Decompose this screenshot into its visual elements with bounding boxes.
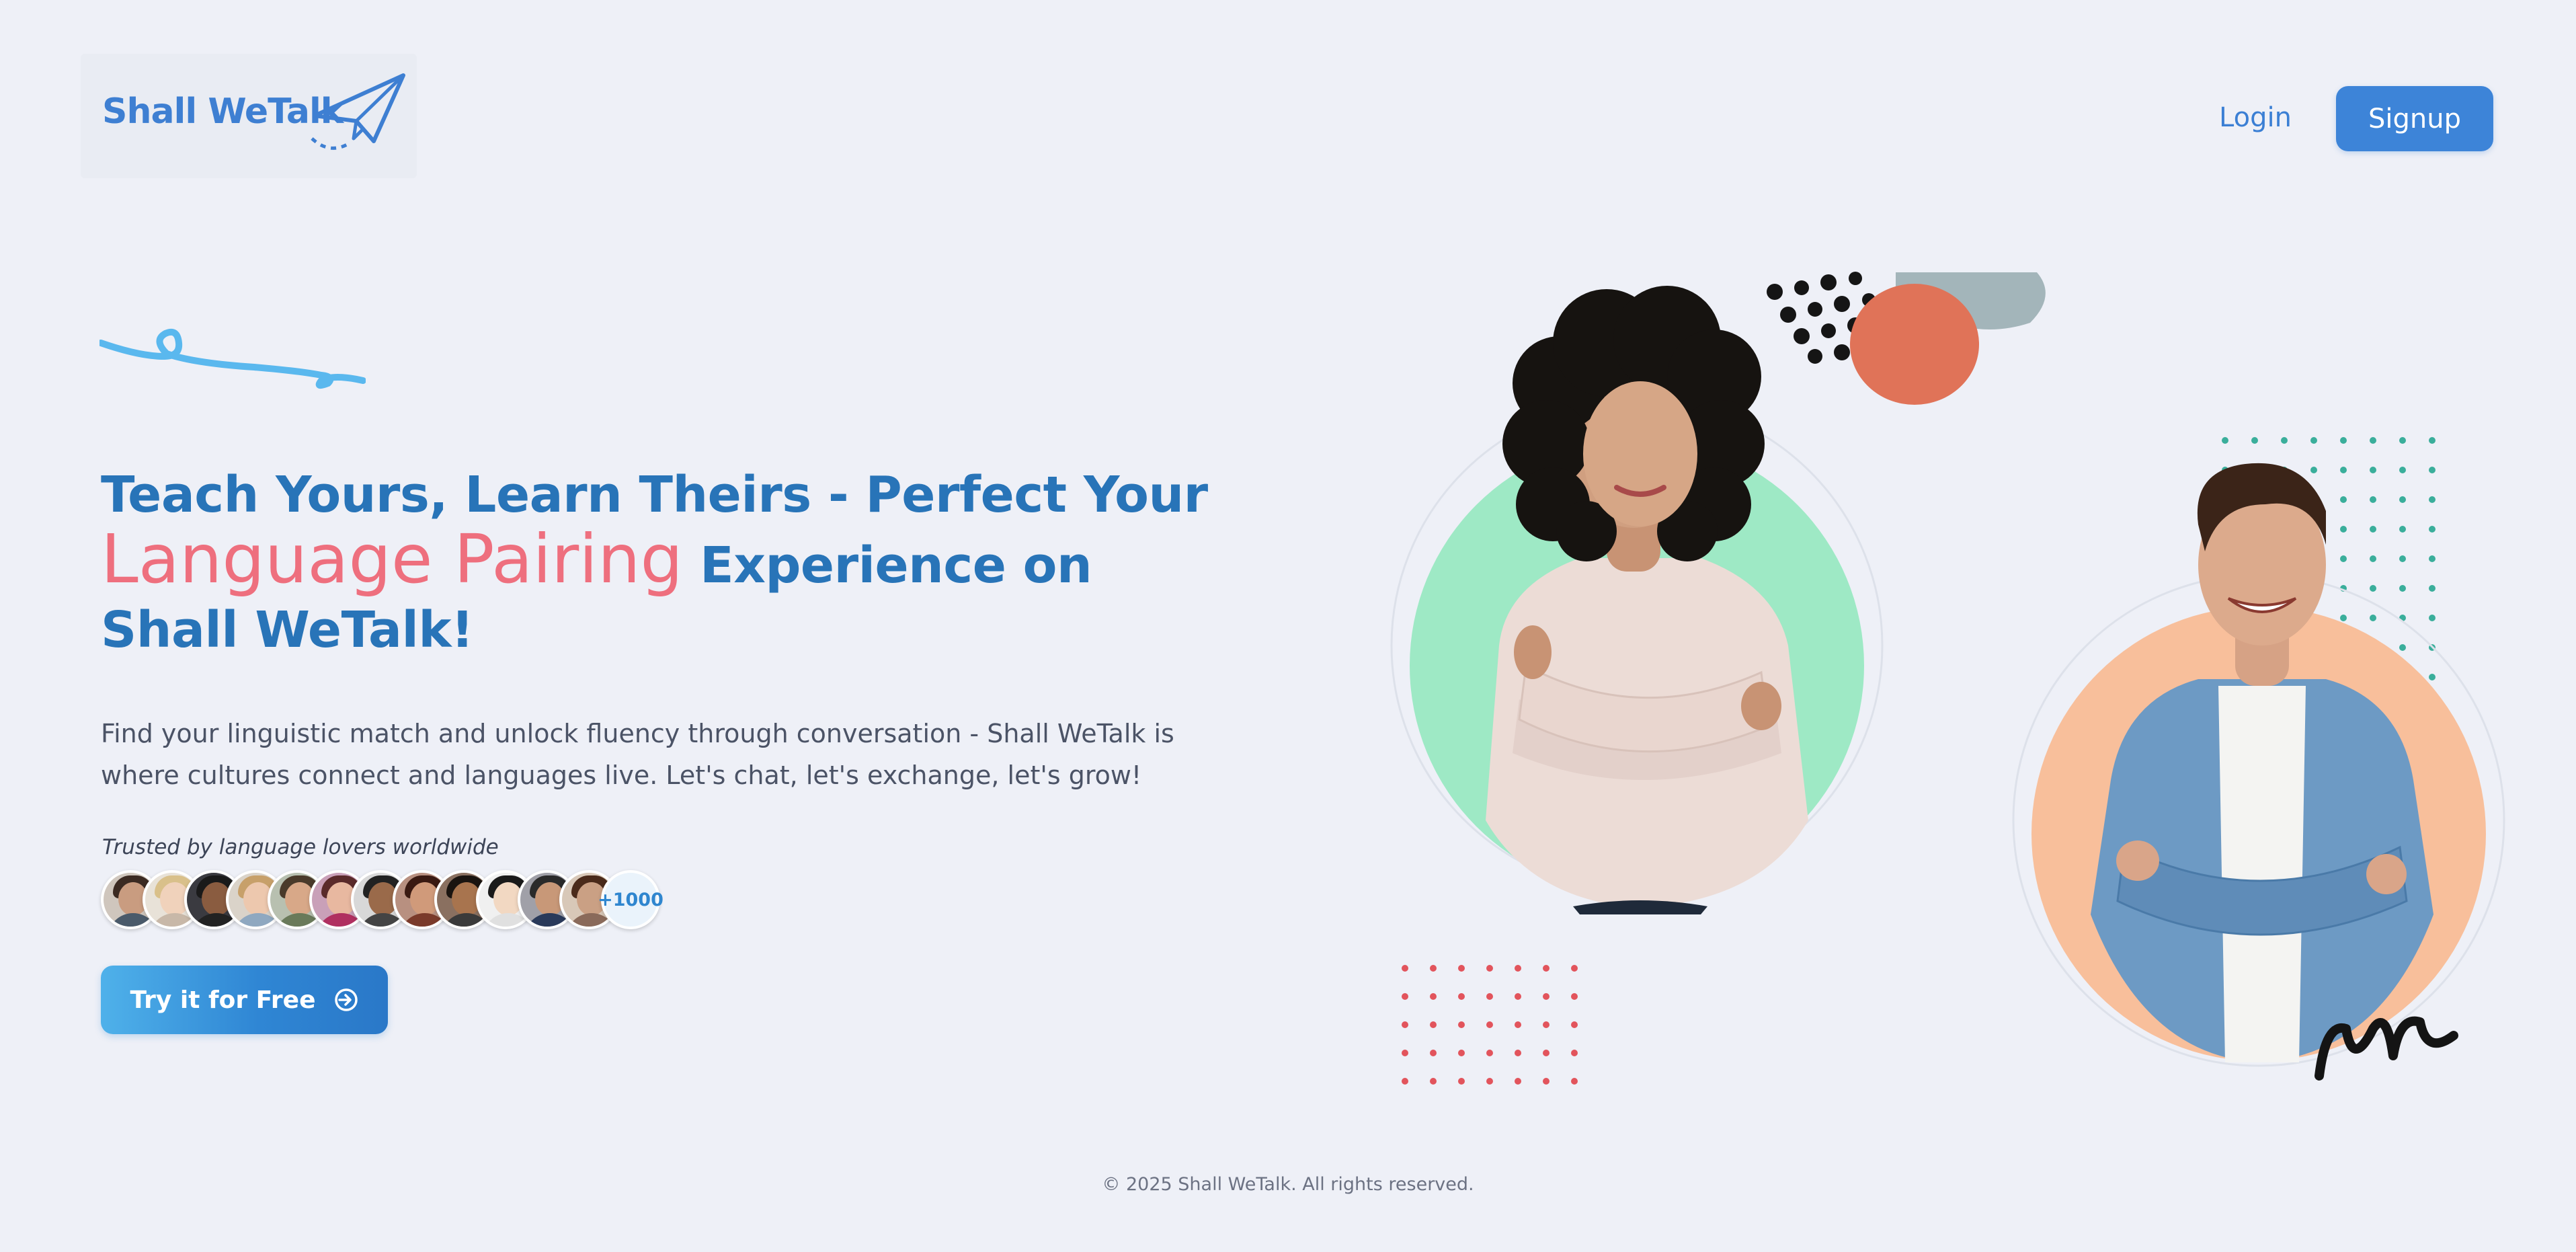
logo[interactable]: Shall WeTalk <box>81 54 417 178</box>
hero-headline: Teach Yours, Learn Theirs - Perfect Your… <box>101 463 1244 662</box>
footer-copyright: © 2025 Shall WeTalk. All rights reserved… <box>1102 1174 1474 1195</box>
cta-label: Try it for Free <box>130 986 316 1014</box>
headline-highlight: Language Pairing <box>101 520 683 598</box>
hero-subtext: Find your linguistic match and unlock fl… <box>101 719 1174 790</box>
hero-illustration <box>1390 272 2505 1085</box>
signup-button[interactable]: Signup <box>2336 86 2493 151</box>
squiggle-decoration <box>99 328 366 389</box>
try-free-button[interactable]: Try it for Free <box>101 966 388 1034</box>
scribble-decoration <box>2315 1016 2458 1081</box>
paper-plane-icon <box>311 73 405 150</box>
avatar-more-count: +1000 <box>598 870 663 929</box>
trusted-label: Trusted by language lovers worldwide <box>102 835 499 859</box>
headline-part1: Teach Yours, Learn Theirs - Perfect Your <box>101 466 1208 524</box>
login-button[interactable]: Login <box>2178 93 2333 143</box>
logo-text: Shall WeTalk <box>102 91 344 132</box>
man-photo <box>2091 463 2433 1062</box>
avatar-stack: +1000 <box>101 870 679 931</box>
woman-photo <box>1486 286 1808 914</box>
login-arrow-icon <box>334 988 358 1011</box>
orange-blob-decoration <box>1850 284 1979 405</box>
red-dot-grid <box>1402 965 1578 1085</box>
